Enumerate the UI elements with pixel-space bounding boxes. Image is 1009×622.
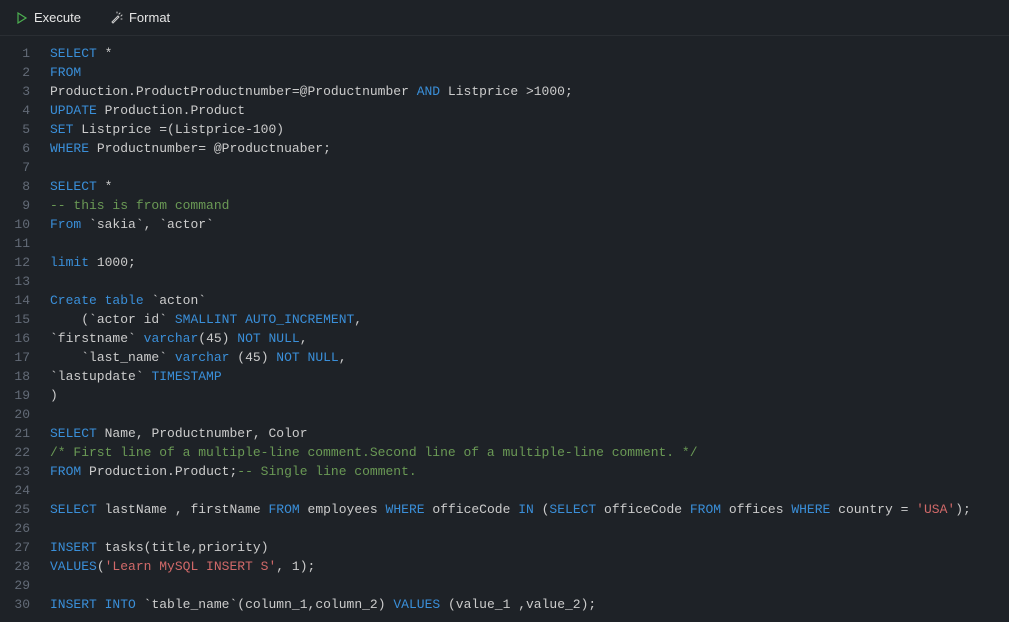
line-number: 11 [0, 234, 30, 253]
code-line[interactable]: From `sakia`, `actor` [50, 215, 1009, 234]
code-line[interactable]: SELECT lastName , firstName FROM employe… [50, 500, 1009, 519]
code-line[interactable]: SELECT * [50, 44, 1009, 63]
code-line[interactable]: (`actor id` SMALLINT AUTO_INCREMENT, [50, 310, 1009, 329]
line-number: 23 [0, 462, 30, 481]
line-number: 24 [0, 481, 30, 500]
line-number: 8 [0, 177, 30, 196]
code-line[interactable] [50, 272, 1009, 291]
line-number: 10 [0, 215, 30, 234]
code-line[interactable] [50, 481, 1009, 500]
wand-icon [109, 11, 123, 25]
line-number: 16 [0, 329, 30, 348]
code-editor[interactable]: 1234567891011121314151617181920212223242… [0, 36, 1009, 622]
code-line[interactable] [50, 234, 1009, 253]
line-number: 26 [0, 519, 30, 538]
line-number: 22 [0, 443, 30, 462]
line-number: 28 [0, 557, 30, 576]
line-number: 4 [0, 101, 30, 120]
code-line[interactable]: WHERE Productnumber= @Productnuaber; [50, 139, 1009, 158]
line-number: 25 [0, 500, 30, 519]
code-line[interactable]: SELECT * [50, 177, 1009, 196]
code-line[interactable]: `lastupdate` TIMESTAMP [50, 367, 1009, 386]
format-button[interactable]: Format [101, 6, 178, 29]
code-line[interactable]: Create table `acton` [50, 291, 1009, 310]
code-line[interactable]: ) [50, 386, 1009, 405]
line-number: 19 [0, 386, 30, 405]
play-icon [16, 12, 28, 24]
code-line[interactable]: INSERT INTO `table_name`(column_1,column… [50, 595, 1009, 614]
code-line[interactable]: FROM [50, 63, 1009, 82]
line-gutter: 1234567891011121314151617181920212223242… [0, 36, 42, 622]
code-area[interactable]: SELECT *FROMProduction.ProductProductnum… [42, 36, 1009, 622]
line-number: 21 [0, 424, 30, 443]
line-number: 18 [0, 367, 30, 386]
code-line[interactable]: INSERT tasks(title,priority) [50, 538, 1009, 557]
line-number: 6 [0, 139, 30, 158]
code-line[interactable]: VALUES('Learn MySQL INSERT S', 1); [50, 557, 1009, 576]
code-line[interactable]: SET Listprice =(Listprice-100) [50, 120, 1009, 139]
line-number: 2 [0, 63, 30, 82]
code-line[interactable] [50, 158, 1009, 177]
line-number: 29 [0, 576, 30, 595]
line-number: 17 [0, 348, 30, 367]
code-line[interactable]: FROM Production.Product;-- Single line c… [50, 462, 1009, 481]
execute-label: Execute [34, 10, 81, 25]
line-number: 5 [0, 120, 30, 139]
code-line[interactable] [50, 576, 1009, 595]
line-number: 3 [0, 82, 30, 101]
execute-button[interactable]: Execute [8, 6, 89, 29]
line-number: 12 [0, 253, 30, 272]
line-number: 7 [0, 158, 30, 177]
line-number: 20 [0, 405, 30, 424]
format-label: Format [129, 10, 170, 25]
toolbar: Execute Format [0, 0, 1009, 36]
line-number: 13 [0, 272, 30, 291]
code-line[interactable] [50, 519, 1009, 538]
line-number: 15 [0, 310, 30, 329]
code-line[interactable]: UPDATE Production.Product [50, 101, 1009, 120]
code-line[interactable]: `firstname` varchar(45) NOT NULL, [50, 329, 1009, 348]
code-line[interactable]: limit 1000; [50, 253, 1009, 272]
line-number: 14 [0, 291, 30, 310]
code-line[interactable]: Production.ProductProductnumber=@Product… [50, 82, 1009, 101]
line-number: 9 [0, 196, 30, 215]
code-line[interactable]: `last_name` varchar (45) NOT NULL, [50, 348, 1009, 367]
line-number: 1 [0, 44, 30, 63]
code-line[interactable]: -- this is from command [50, 196, 1009, 215]
code-line[interactable] [50, 405, 1009, 424]
line-number: 27 [0, 538, 30, 557]
line-number: 30 [0, 595, 30, 614]
code-line[interactable]: SELECT Name, Productnumber, Color [50, 424, 1009, 443]
code-line[interactable]: /* First line of a multiple-line comment… [50, 443, 1009, 462]
